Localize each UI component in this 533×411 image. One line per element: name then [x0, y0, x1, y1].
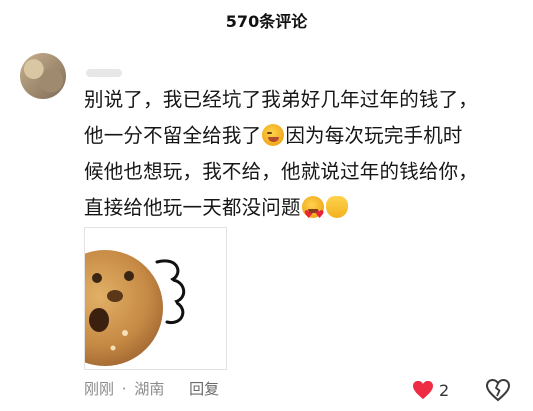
winking-face-emoji-icon	[262, 124, 285, 146]
like-count: 2	[439, 380, 450, 400]
comments-count-title: 570条评论	[225, 12, 308, 31]
like-button[interactable]: 2	[412, 378, 449, 402]
dislike-button[interactable]	[485, 377, 511, 403]
meta-separator: ·	[121, 380, 127, 398]
sticker-image[interactable]	[84, 227, 227, 370]
comment-line-1-text: 别说了，我已经坑了我弟好几年过年的钱了，	[84, 88, 479, 111]
pointing-hand-emoji-icon	[325, 196, 348, 218]
comment-line-3-text: 候他也想玩，我不给，他就说过年的钱给你，	[84, 160, 479, 183]
heart-filled-icon	[413, 380, 433, 400]
username-blurred[interactable]	[86, 69, 122, 77]
comments-panel: 570条评论 别说了，我已经坑了我弟好几年过年的钱了， 他一分不留全给我了 因为每…	[0, 0, 533, 411]
heart-eyes-emoji-icon	[301, 196, 325, 233]
comment-line-4-text: 直接给他玩一天都没问题	[84, 196, 301, 219]
comment-line-4: 直接给他玩一天都没问题	[84, 190, 524, 233]
comment-meta: 刚刚 · 湖南 回复	[84, 378, 219, 400]
comment-line-2-text-a: 他一分不留全给我了	[84, 124, 262, 147]
comment-line-1: 别说了，我已经坑了我弟好几年过年的钱了，	[84, 82, 524, 118]
avatar[interactable]	[20, 53, 66, 99]
comment-line-3: 候他也想玩，我不给，他就说过年的钱给你，	[84, 154, 524, 190]
comment-line-2: 他一分不留全给我了 因为每次玩完手机时	[84, 118, 524, 154]
comment-line-2-text-b: 因为每次玩完手机时	[285, 124, 463, 147]
reply-button[interactable]: 回复	[189, 378, 219, 400]
comment-text: 别说了，我已经坑了我弟好几年过年的钱了， 他一分不留全给我了 因为每次玩完手机时 …	[84, 82, 524, 233]
comment-time: 刚刚	[84, 380, 115, 398]
cookie-creature-sticker	[85, 250, 186, 366]
broken-heart-icon	[485, 378, 511, 402]
comment-location: 湖南	[134, 380, 165, 398]
